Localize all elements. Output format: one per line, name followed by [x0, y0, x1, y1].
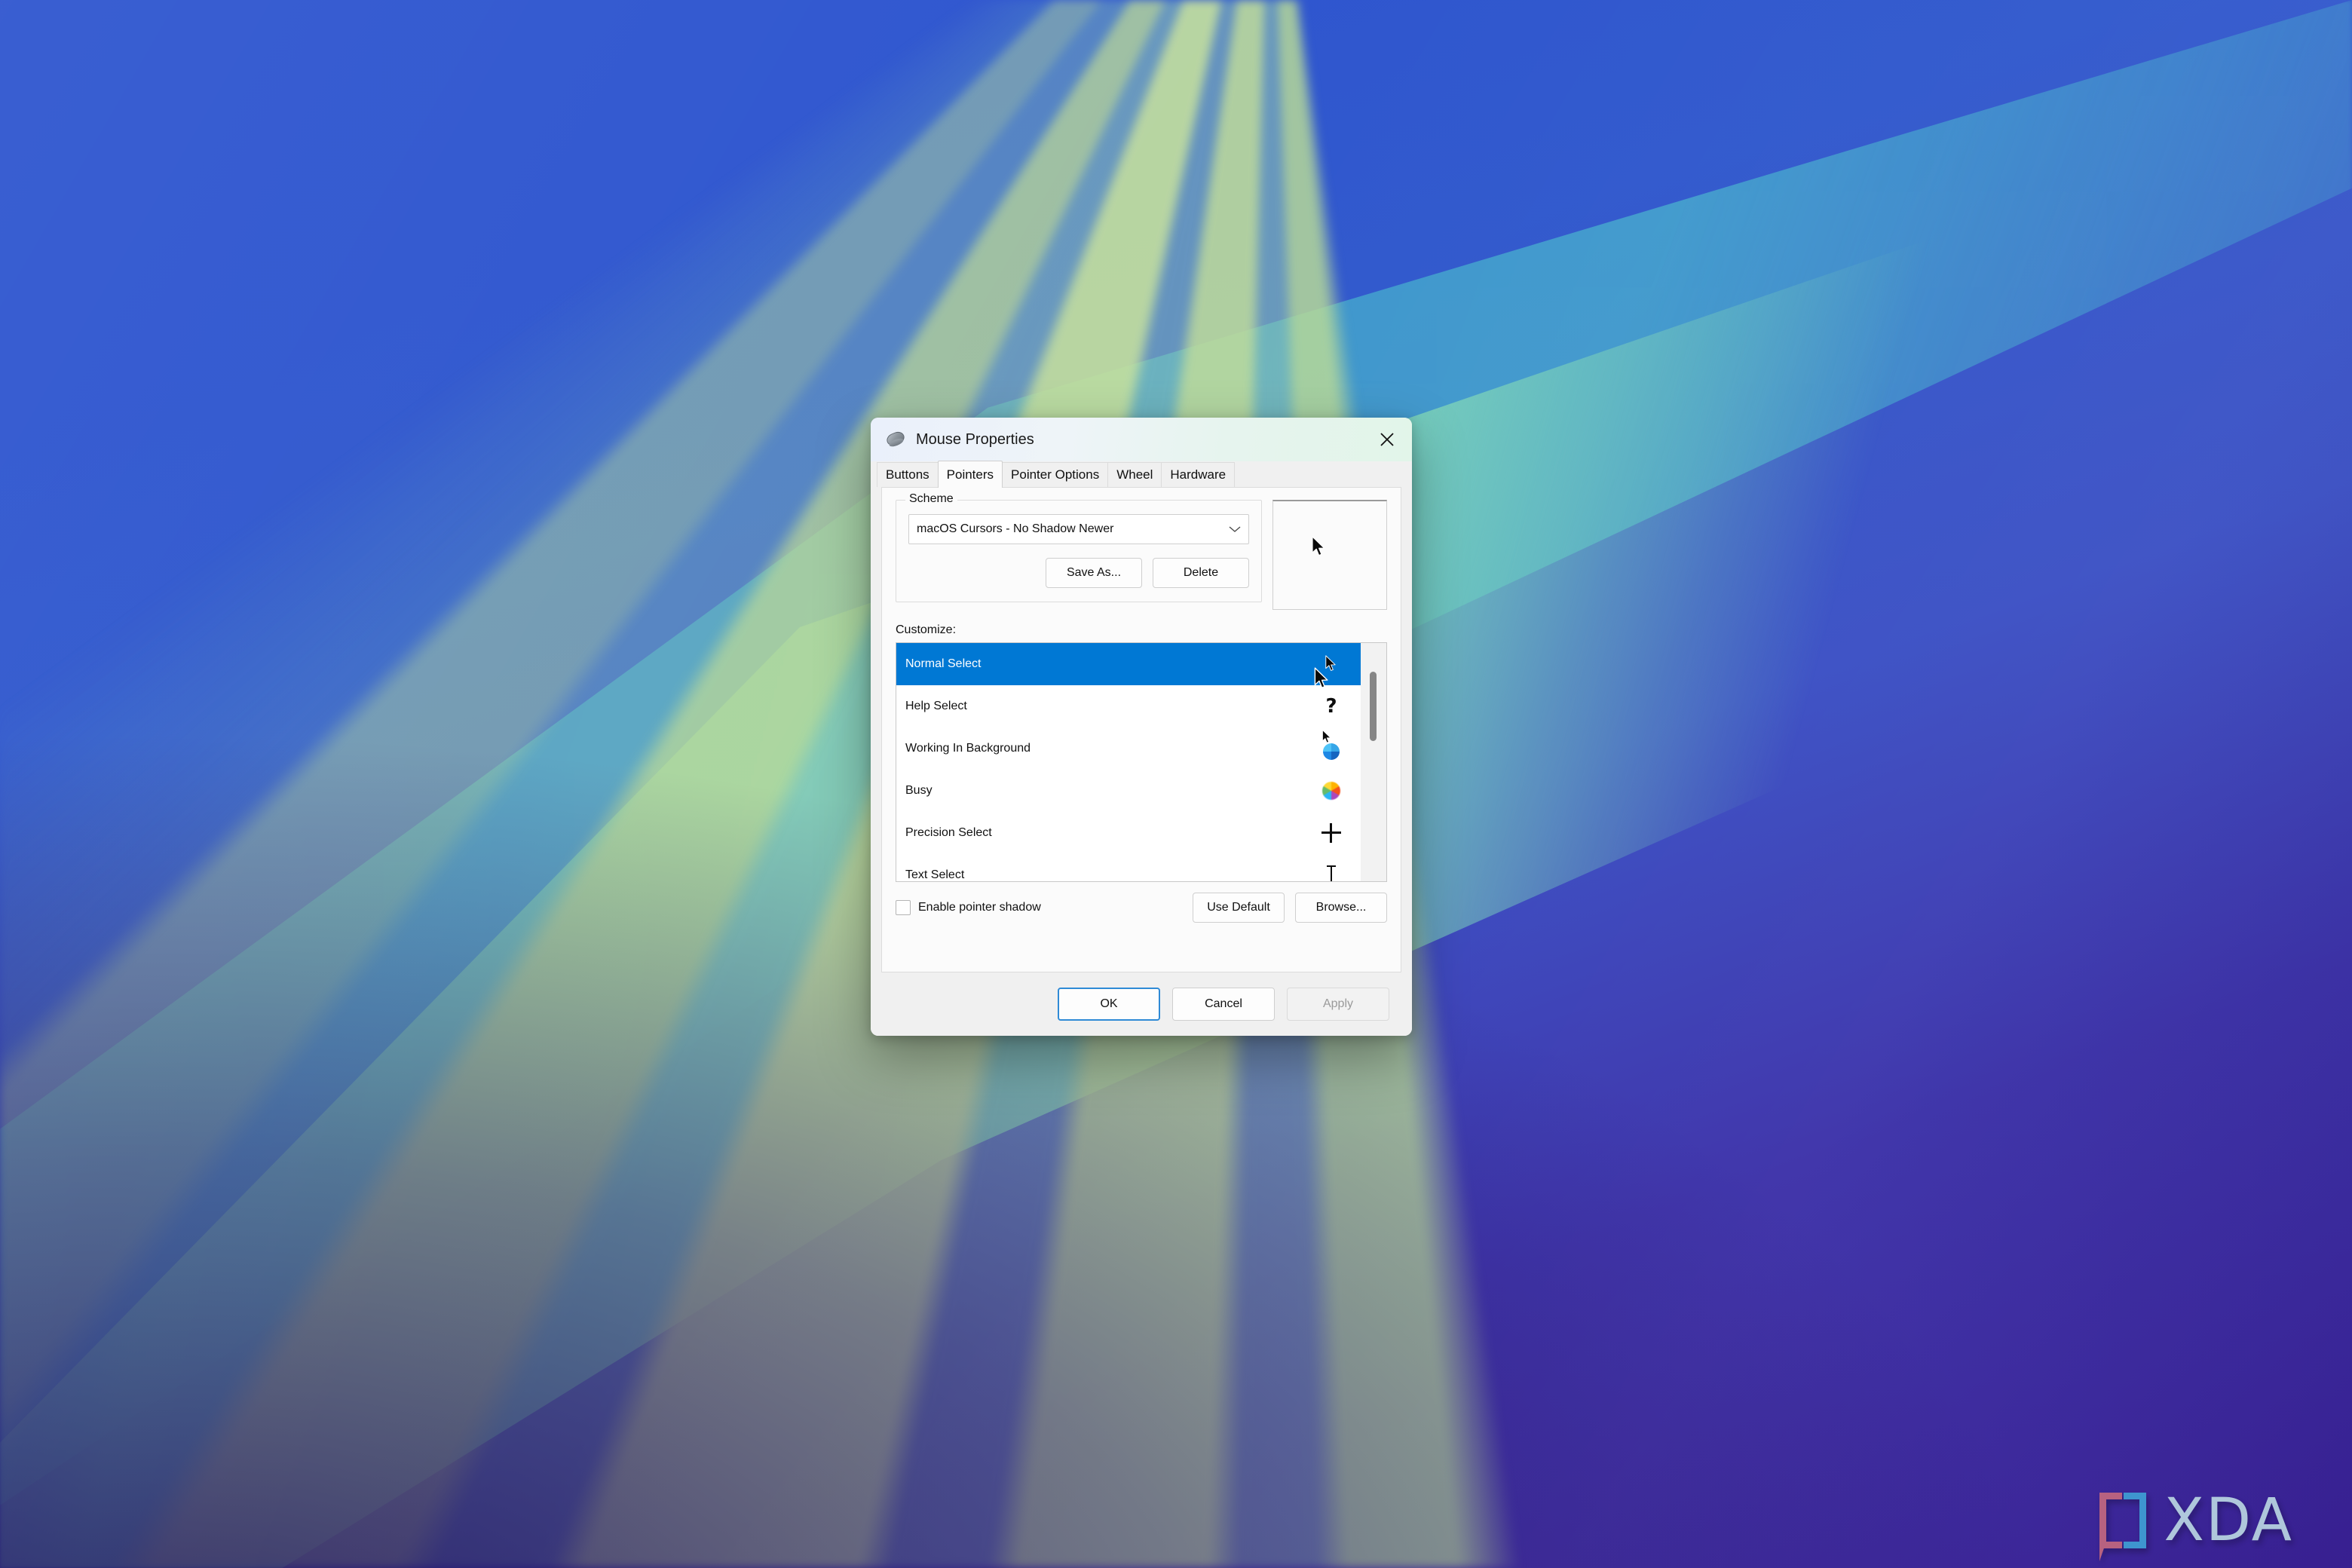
tab-buttons[interactable]: Buttons	[877, 462, 939, 487]
xda-bracket-right-icon	[2123, 1493, 2146, 1548]
spinning-pinwheel-icon	[1322, 782, 1340, 800]
close-icon[interactable]	[1362, 418, 1412, 461]
plus-icon	[1321, 823, 1341, 843]
scrollbar-thumb[interactable]	[1370, 672, 1377, 741]
list-item-working-in-background[interactable]: Working In Background	[896, 727, 1361, 770]
xda-bracket-left-icon	[2099, 1493, 2122, 1561]
ok-button[interactable]: OK	[1058, 988, 1160, 1021]
list-item-precision-select[interactable]: Precision Select	[896, 812, 1361, 854]
checkbox-box-icon[interactable]	[896, 900, 911, 915]
enable-pointer-shadow-checkbox[interactable]: Enable pointer shadow	[896, 900, 1041, 915]
tab-pointer-options[interactable]: Pointer Options	[1002, 462, 1109, 487]
cancel-button[interactable]: Cancel	[1172, 988, 1275, 1021]
window-title: Mouse Properties	[916, 430, 1034, 448]
scheme-buttons: Save As... Delete	[908, 558, 1249, 588]
tab-wheel[interactable]: Wheel	[1107, 462, 1162, 487]
list-item-label: Precision Select	[905, 826, 992, 839]
pointer-shadow-row: Enable pointer shadow Use Default Browse…	[896, 893, 1387, 923]
cursor-list: Normal Select Help Select ? Working In B…	[896, 642, 1387, 882]
list-item-label: Busy	[905, 784, 933, 797]
delete-button[interactable]: Delete	[1153, 558, 1249, 588]
list-item-busy[interactable]: Busy	[896, 770, 1361, 812]
cursor-list-scrollbar[interactable]	[1361, 643, 1386, 881]
list-item-help-select[interactable]: Help Select ?	[896, 685, 1361, 727]
text-beam-icon	[1325, 865, 1337, 881]
tab-hardware[interactable]: Hardware	[1161, 462, 1236, 487]
scheme-group: Scheme macOS Cursors - No Shadow Newer S…	[896, 492, 1262, 602]
chevron-down-icon	[1229, 524, 1241, 535]
working-cursor-icon	[1314, 730, 1349, 761]
list-item-text-select[interactable]: Text Select	[896, 854, 1361, 881]
list-item-label: Normal Select	[905, 657, 982, 670]
list-item-label: Help Select	[905, 700, 967, 712]
xda-wordmark: XDA	[2164, 1487, 2293, 1554]
mouse-properties-window: Mouse Properties Buttons Pointers Pointe…	[871, 418, 1412, 1036]
apply-button: Apply	[1287, 988, 1389, 1021]
ibeam-cursor-icon	[1314, 865, 1349, 881]
use-default-button[interactable]: Use Default	[1193, 893, 1285, 923]
scheme-row: Scheme macOS Cursors - No Shadow Newer S…	[896, 492, 1387, 610]
scheme-legend: Scheme	[905, 492, 957, 506]
dialog-footer: OK Cancel Apply	[871, 972, 1412, 1036]
save-as-button[interactable]: Save As...	[1046, 558, 1142, 588]
question-mark-icon: ?	[1325, 695, 1337, 718]
tabstrip: Buttons Pointers Pointer Options Wheel H…	[871, 461, 1412, 488]
enable-pointer-shadow-label: Enable pointer shadow	[918, 901, 1041, 914]
browse-button[interactable]: Browse...	[1295, 893, 1387, 923]
working-spinner-icon	[1323, 743, 1340, 760]
arrow-cursor-icon	[1311, 536, 1328, 559]
busy-cursor-icon	[1314, 782, 1349, 800]
desktop: XDA Mouse Properties Buttons Pointers Po…	[0, 0, 2352, 1568]
cursor-list-items: Normal Select Help Select ? Working In B…	[896, 643, 1361, 881]
scheme-selected-value: macOS Cursors - No Shadow Newer	[917, 522, 1114, 535]
xda-watermark: XDA	[2099, 1487, 2293, 1561]
cursor-preview-pane	[1272, 500, 1387, 610]
help-cursor-icon: ?	[1314, 697, 1349, 716]
list-item-label: Text Select	[905, 868, 965, 881]
list-item-normal-select[interactable]: Normal Select	[896, 643, 1361, 685]
pointers-tab-panel: Scheme macOS Cursors - No Shadow Newer S…	[881, 487, 1401, 972]
window-titlebar[interactable]: Mouse Properties	[871, 418, 1412, 461]
mouse-icon	[884, 430, 907, 449]
customize-label: Customize:	[896, 623, 957, 636]
list-item-label: Working In Background	[905, 742, 1031, 755]
scheme-select[interactable]: macOS Cursors - No Shadow Newer	[908, 514, 1249, 544]
tab-pointers[interactable]: Pointers	[937, 461, 1003, 488]
crosshair-cursor-icon	[1314, 823, 1349, 843]
arrow-cursor-icon	[1314, 655, 1349, 673]
